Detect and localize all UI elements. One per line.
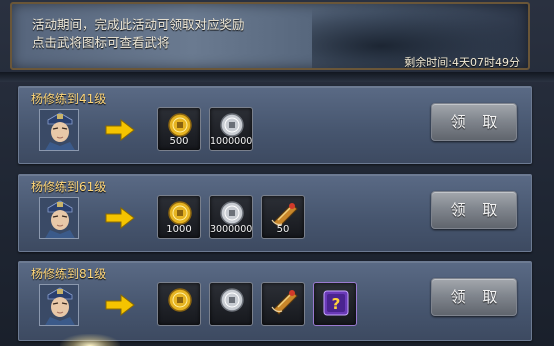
task-title: 杨修练到41级 <box>31 92 107 106</box>
reward-quantity: 1000000 <box>210 136 253 147</box>
arrow-right-icon <box>105 119 135 141</box>
arrow-right-icon <box>105 207 135 229</box>
reward-quantity: 500 <box>169 136 189 147</box>
claim-button[interactable]: 领 取 <box>431 103 517 141</box>
task-title: 杨修练到81级 <box>31 267 107 281</box>
reward-quantity: 3000000 <box>210 224 253 235</box>
silver-coin-icon <box>220 113 244 137</box>
reward-item-gold[interactable] <box>157 282 201 326</box>
task-title: 杨修练到61级 <box>31 180 107 194</box>
reward-item-scroll[interactable] <box>261 282 305 326</box>
reward-quantity: 50 <box>276 224 290 235</box>
task-row-1: 杨修练到41级 500 1000000 领 取 <box>18 86 532 164</box>
arrow-right-icon <box>105 294 135 316</box>
hero-portrait[interactable] <box>39 197 79 239</box>
hero-portrait[interactable] <box>39 284 79 326</box>
silver-coin-icon <box>220 288 244 312</box>
activity-panel: 活动期间，完成此活动可领取对应奖励 点击武将图标可查看武将 剩余时间:4天07时… <box>0 0 554 346</box>
divider <box>0 72 554 82</box>
activity-banner: 活动期间，完成此活动可领取对应奖励 点击武将图标可查看武将 剩余时间:4天07时… <box>10 2 530 70</box>
reward-item-mystery[interactable]: ? <box>313 282 357 326</box>
reward-item-silver[interactable]: 1000000 <box>209 107 253 151</box>
mystery-box-icon: ? <box>323 290 349 316</box>
reward-item-gold[interactable]: 1000 <box>157 195 201 239</box>
hero-portrait[interactable] <box>39 109 79 151</box>
banner-description: 活动期间，完成此活动可领取对应奖励 <box>32 17 245 32</box>
banner-hint: 点击武将图标可查看武将 <box>32 35 170 50</box>
task-row-3: 杨修练到81级 ? 领 取 <box>18 261 532 341</box>
silver-coin-icon <box>220 201 244 225</box>
gold-coin-icon <box>168 113 192 137</box>
claim-button[interactable]: 领 取 <box>431 278 517 316</box>
scroll-item-icon <box>271 290 298 315</box>
gold-coin-icon <box>168 288 192 312</box>
reward-item-silver[interactable] <box>209 282 253 326</box>
remaining-time: 剩余时间:4天07时49分 <box>404 56 520 69</box>
light-glow <box>60 334 120 346</box>
gold-coin-icon <box>168 201 192 225</box>
reward-quantity: 1000 <box>166 224 192 235</box>
reward-item-silver[interactable]: 3000000 <box>209 195 253 239</box>
svg-text:?: ? <box>332 295 341 313</box>
task-row-2: 杨修练到61级 1000 3000000 50 领 取 <box>18 174 532 252</box>
claim-button[interactable]: 领 取 <box>431 191 517 229</box>
reward-item-scroll[interactable]: 50 <box>261 195 305 239</box>
reward-item-gold[interactable]: 500 <box>157 107 201 151</box>
